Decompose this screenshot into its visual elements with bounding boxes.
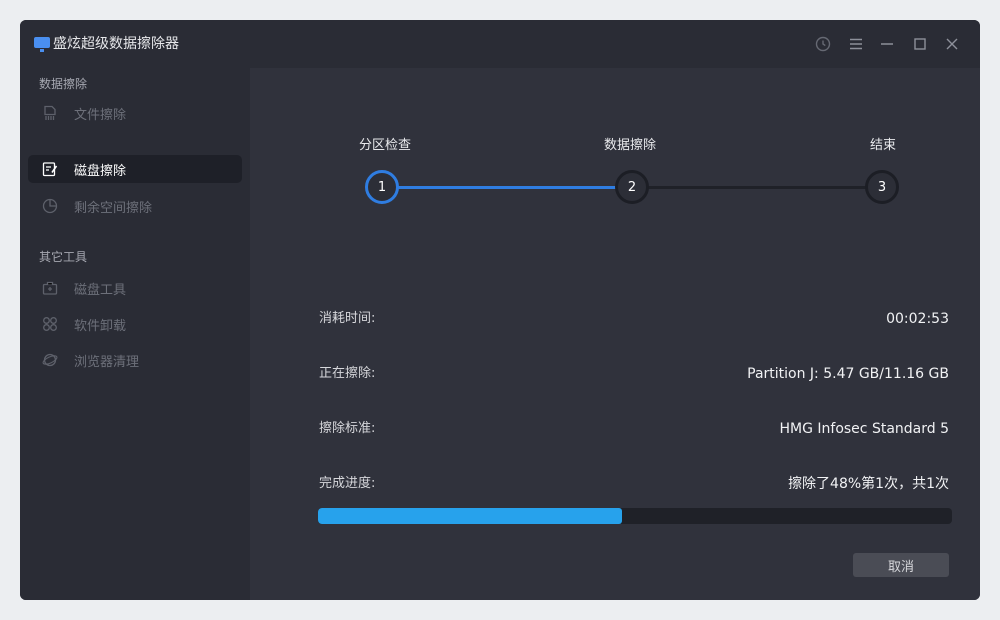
sidebar-item-label: 浏览器清理	[74, 354, 140, 370]
sidebar-item-browser-clean[interactable]: 浏览器清理	[28, 346, 242, 374]
maximize-icon[interactable]	[910, 34, 930, 54]
pie-chart-icon	[42, 198, 58, 214]
elapsed-time-label: 消耗时间:	[319, 311, 376, 326]
progress-label: 完成进度:	[319, 476, 376, 491]
menu-icon[interactable]	[846, 34, 866, 54]
sidebar-item-label: 软件卸载	[74, 318, 127, 334]
disk-erase-icon	[42, 161, 58, 177]
erasing-value: Partition J: 5.47 GB/11.16 GB	[747, 366, 949, 382]
sidebar-item-disk-tools[interactable]: 磁盘工具	[28, 274, 242, 302]
sidebar-item-uninstall[interactable]: 软件卸载	[28, 310, 242, 338]
sidebar-item-label: 文件擦除	[74, 107, 127, 123]
step-label: 分区检查	[358, 138, 411, 153]
sidebar-group-title: 数据擦除	[39, 77, 88, 91]
toolbox-icon	[42, 280, 58, 296]
erasing-label: 正在擦除:	[319, 366, 376, 381]
step-label: 结束	[869, 138, 896, 153]
sidebar: 数据擦除 文件擦除 磁盘擦除 剩余空间擦除 其它工具 磁盘工具 软件卸载 浏览器…	[20, 68, 250, 600]
step-circle: 2	[615, 170, 649, 204]
erase-standard-value: HMG Infosec Standard 5	[779, 421, 949, 437]
browser-icon	[42, 352, 58, 368]
progress-bar	[318, 508, 952, 524]
step-line-pending	[632, 186, 882, 189]
step-line-completed	[382, 186, 632, 189]
erase-standard-label: 擦除标准:	[319, 421, 376, 436]
cancel-button[interactable]: 取消	[853, 553, 949, 577]
step-circle: 3	[865, 170, 899, 204]
step-label: 数据擦除	[603, 138, 656, 153]
step-circle-active: 1	[365, 170, 399, 204]
apps-grid-icon	[42, 316, 58, 332]
monitor-icon	[34, 37, 50, 52]
sidebar-item-label: 磁盘工具	[74, 282, 127, 298]
sidebar-item-label: 剩余空间擦除	[74, 200, 153, 216]
app-title: 盛炫超级数据擦除器	[53, 36, 179, 52]
main-content: 分区检查 数据擦除 结束 1 2 3 消耗时间: 00:02:53 正在擦除: …	[250, 68, 980, 600]
app-window: 盛炫超级数据擦除器 数据擦除 文件擦除 磁盘擦除 剩余空间擦除 其它工具 磁盘工…	[20, 20, 980, 600]
elapsed-time-value: 00:02:53	[886, 311, 949, 327]
title-bar: 盛炫超级数据擦除器	[20, 20, 980, 68]
sidebar-item-free-space-erase[interactable]: 剩余空间擦除	[28, 192, 242, 220]
sidebar-item-file-erase[interactable]: 文件擦除	[28, 99, 242, 127]
progress-bar-fill	[318, 508, 623, 524]
sidebar-item-label: 磁盘擦除	[74, 163, 127, 179]
sidebar-group-title: 其它工具	[39, 250, 88, 264]
sidebar-item-disk-erase[interactable]: 磁盘擦除	[28, 155, 242, 183]
progress-status-text: 擦除了48%第1次，共1次	[788, 476, 949, 492]
history-icon[interactable]	[813, 34, 833, 54]
minimize-icon[interactable]	[877, 34, 897, 54]
close-icon[interactable]	[942, 34, 962, 54]
file-shred-icon	[42, 105, 58, 121]
